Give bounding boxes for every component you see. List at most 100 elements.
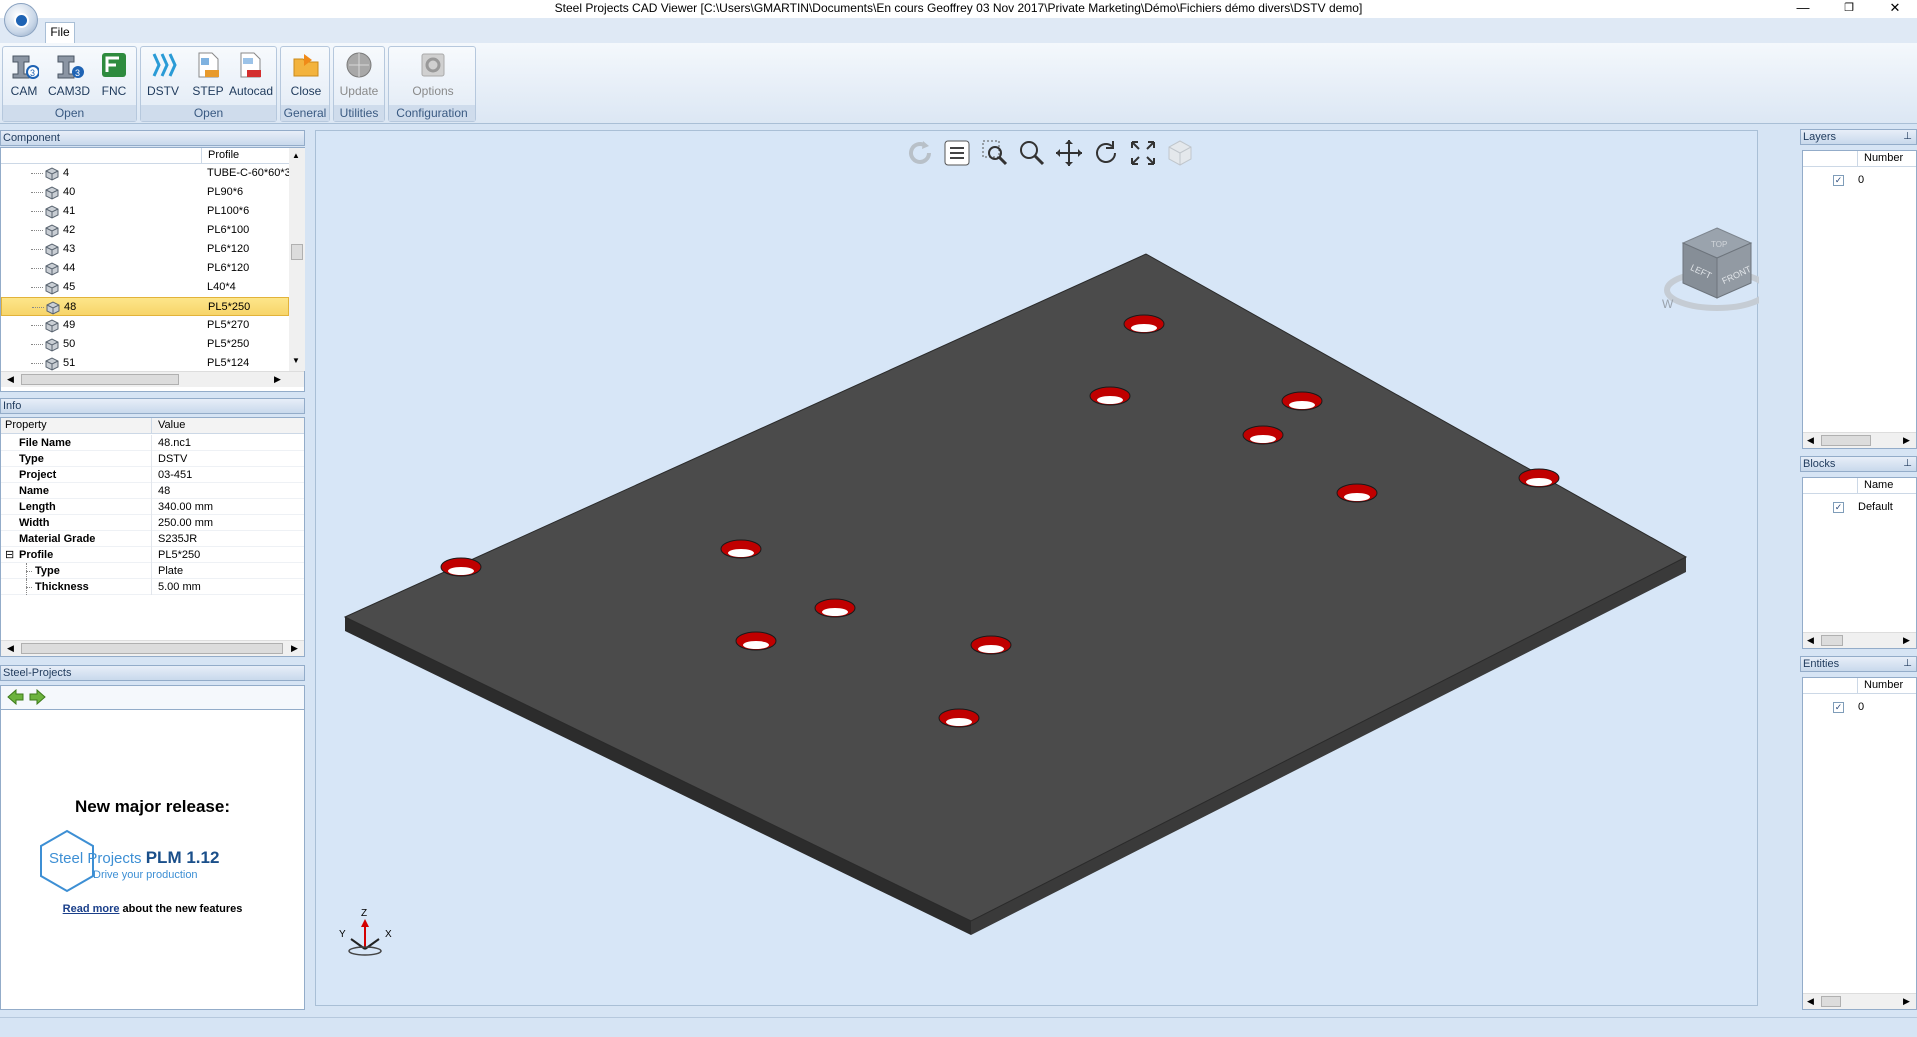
- component-row[interactable]: 43 PL6*120: [1, 240, 289, 259]
- layer-checkbox[interactable]: ✓: [1833, 175, 1844, 186]
- expander-icon[interactable]: ⊟: [5, 547, 14, 563]
- viewport-canvas[interactable]: TOP LEFT FRONT W S Z Y X: [316, 131, 1759, 1007]
- property-row[interactable]: Material Grade S235JR: [1, 531, 304, 547]
- fnc-label: FNC: [101, 84, 127, 98]
- scroll-right-arrow-icon[interactable]: ▶: [291, 643, 298, 654]
- component-row[interactable]: 45 L40*4: [1, 278, 289, 297]
- property-row[interactable]: ⊟ Profile PL5*250: [1, 547, 304, 563]
- layer-row[interactable]: ✓ 0: [1833, 171, 1864, 190]
- dstv-button[interactable]: DSTV: [142, 50, 184, 100]
- property-name: Type: [19, 453, 44, 465]
- scroll-thumb[interactable]: [1821, 435, 1871, 446]
- zoom-window-icon[interactable]: [980, 138, 1010, 168]
- component-horizontal-scrollbar[interactable]: ◀ ▶: [1, 371, 304, 387]
- blocks-name-column[interactable]: Name: [1857, 478, 1893, 494]
- scroll-right-arrow-icon[interactable]: ▶: [1903, 996, 1910, 1007]
- block-checkbox[interactable]: ✓: [1833, 502, 1844, 513]
- fnc-button[interactable]: FNC: [93, 50, 135, 100]
- view-cube[interactable]: TOP LEFT FRONT W S: [1662, 227, 1759, 311]
- forward-arrow-icon[interactable]: [29, 688, 47, 708]
- component-row[interactable]: 50 PL5*250: [1, 335, 289, 354]
- block-row[interactable]: ✓ Default: [1833, 498, 1893, 517]
- scroll-right-arrow-icon[interactable]: ▶: [1903, 435, 1910, 446]
- scroll-left-arrow-icon[interactable]: ◀: [7, 643, 14, 654]
- entities-number-column[interactable]: Number: [1857, 678, 1903, 694]
- property-row[interactable]: Type Plate: [1, 563, 304, 579]
- maximize-button[interactable]: ❐: [1826, 0, 1872, 18]
- back-arrow-icon[interactable]: [6, 688, 24, 708]
- entities-panel-title: Entities: [1803, 658, 1840, 670]
- pin-icon[interactable]: ⊥: [1903, 457, 1912, 471]
- component-row[interactable]: 4 TUBE-C-60*60*3: [1, 164, 289, 183]
- layers-number-column[interactable]: Number: [1857, 151, 1903, 167]
- scroll-right-arrow-icon[interactable]: ▶: [274, 374, 281, 385]
- scroll-left-arrow-icon[interactable]: ◀: [7, 374, 14, 385]
- layers-horizontal-scrollbar[interactable]: ◀ ▶: [1803, 432, 1916, 448]
- entity-row[interactable]: ✓ 0: [1833, 698, 1864, 717]
- cam3d-button[interactable]: 3 CAM3D: [48, 50, 90, 100]
- autocad-button[interactable]: Autocad: [229, 50, 273, 100]
- close-window-button[interactable]: ✕: [1872, 0, 1917, 18]
- cam-button[interactable]: 3 CAM: [3, 50, 45, 100]
- pin-icon[interactable]: ⊥: [1903, 130, 1912, 144]
- property-row[interactable]: Length 340.00 mm: [1, 499, 304, 515]
- info-horizontal-scrollbar[interactable]: ◀ ▶: [1, 640, 304, 656]
- scroll-up-arrow-icon[interactable]: ▲: [292, 151, 300, 160]
- component-row[interactable]: 41 PL100*6: [1, 202, 289, 221]
- component-row[interactable]: 42 PL6*100: [1, 221, 289, 240]
- pan-icon[interactable]: [1054, 138, 1084, 168]
- component-row[interactable]: 48 PL5*250: [1, 297, 289, 316]
- component-row[interactable]: 49 PL5*270: [1, 316, 289, 335]
- scroll-left-arrow-icon[interactable]: ◀: [1807, 635, 1814, 646]
- scroll-thumb[interactable]: [291, 244, 303, 260]
- entities-horizontal-scrollbar[interactable]: ◀ ▶: [1803, 993, 1916, 1009]
- rotate-icon[interactable]: [1091, 138, 1121, 168]
- property-row[interactable]: Project 03-451: [1, 467, 304, 483]
- close-file-button[interactable]: Close: [285, 50, 327, 100]
- scroll-thumb[interactable]: [21, 643, 283, 654]
- read-more-link[interactable]: Read more: [63, 903, 120, 915]
- app-menu-button[interactable]: [4, 3, 38, 37]
- hole: [1336, 483, 1378, 503]
- property-row[interactable]: Type DSTV: [1, 451, 304, 467]
- property-row[interactable]: Thickness 5.00 mm: [1, 579, 304, 595]
- value-column-header[interactable]: Value: [151, 418, 185, 434]
- scroll-thumb[interactable]: [1821, 996, 1841, 1007]
- update-button[interactable]: Update: [338, 50, 380, 100]
- component-row[interactable]: 44 PL6*120: [1, 259, 289, 278]
- fit-all-icon[interactable]: [1128, 138, 1158, 168]
- entity-checkbox[interactable]: ✓: [1833, 702, 1844, 713]
- component-name: 49: [63, 319, 76, 331]
- minimize-button[interactable]: —: [1780, 0, 1826, 18]
- 3d-viewport[interactable]: TOP LEFT FRONT W S Z Y X: [315, 130, 1759, 1007]
- scroll-left-arrow-icon[interactable]: ◀: [1807, 435, 1814, 446]
- property-row[interactable]: Name 48: [1, 483, 304, 499]
- tab-file[interactable]: File: [45, 22, 75, 43]
- scroll-thumb[interactable]: [1821, 635, 1843, 646]
- property-column-header[interactable]: Property: [5, 418, 47, 433]
- property-row[interactable]: Width 250.00 mm: [1, 515, 304, 531]
- step-button[interactable]: STEP: [187, 50, 229, 100]
- component-profile: PL5*124: [207, 357, 250, 369]
- group-label: General: [281, 105, 329, 121]
- component-vertical-scrollbar[interactable]: ▲ ▼: [289, 148, 305, 371]
- view-cube-toggle-icon[interactable]: [1165, 138, 1195, 168]
- options-button[interactable]: Options: [412, 50, 454, 100]
- component-row[interactable]: 40 PL90*6: [1, 183, 289, 202]
- pin-icon[interactable]: ⊥: [1903, 657, 1912, 671]
- component-row[interactable]: 51 PL5*124: [1, 354, 289, 371]
- hole: [1242, 425, 1284, 445]
- property-name: Material Grade: [19, 533, 96, 545]
- blocks-horizontal-scrollbar[interactable]: ◀ ▶: [1803, 632, 1916, 648]
- scroll-thumb[interactable]: [21, 374, 179, 385]
- scroll-right-arrow-icon[interactable]: ▶: [1903, 635, 1910, 646]
- property-row[interactable]: File Name 48.nc1: [1, 435, 304, 451]
- zoom-icon[interactable]: [1017, 138, 1047, 168]
- profile-column-header[interactable]: Profile: [201, 148, 239, 164]
- list-view-icon[interactable]: [942, 138, 972, 168]
- scroll-down-arrow-icon[interactable]: ▼: [292, 356, 300, 365]
- cam-label: CAM: [10, 84, 38, 98]
- scroll-left-arrow-icon[interactable]: ◀: [1807, 996, 1814, 1007]
- steel-plate[interactable]: [343, 253, 1688, 935]
- redo-icon[interactable]: [905, 138, 935, 168]
